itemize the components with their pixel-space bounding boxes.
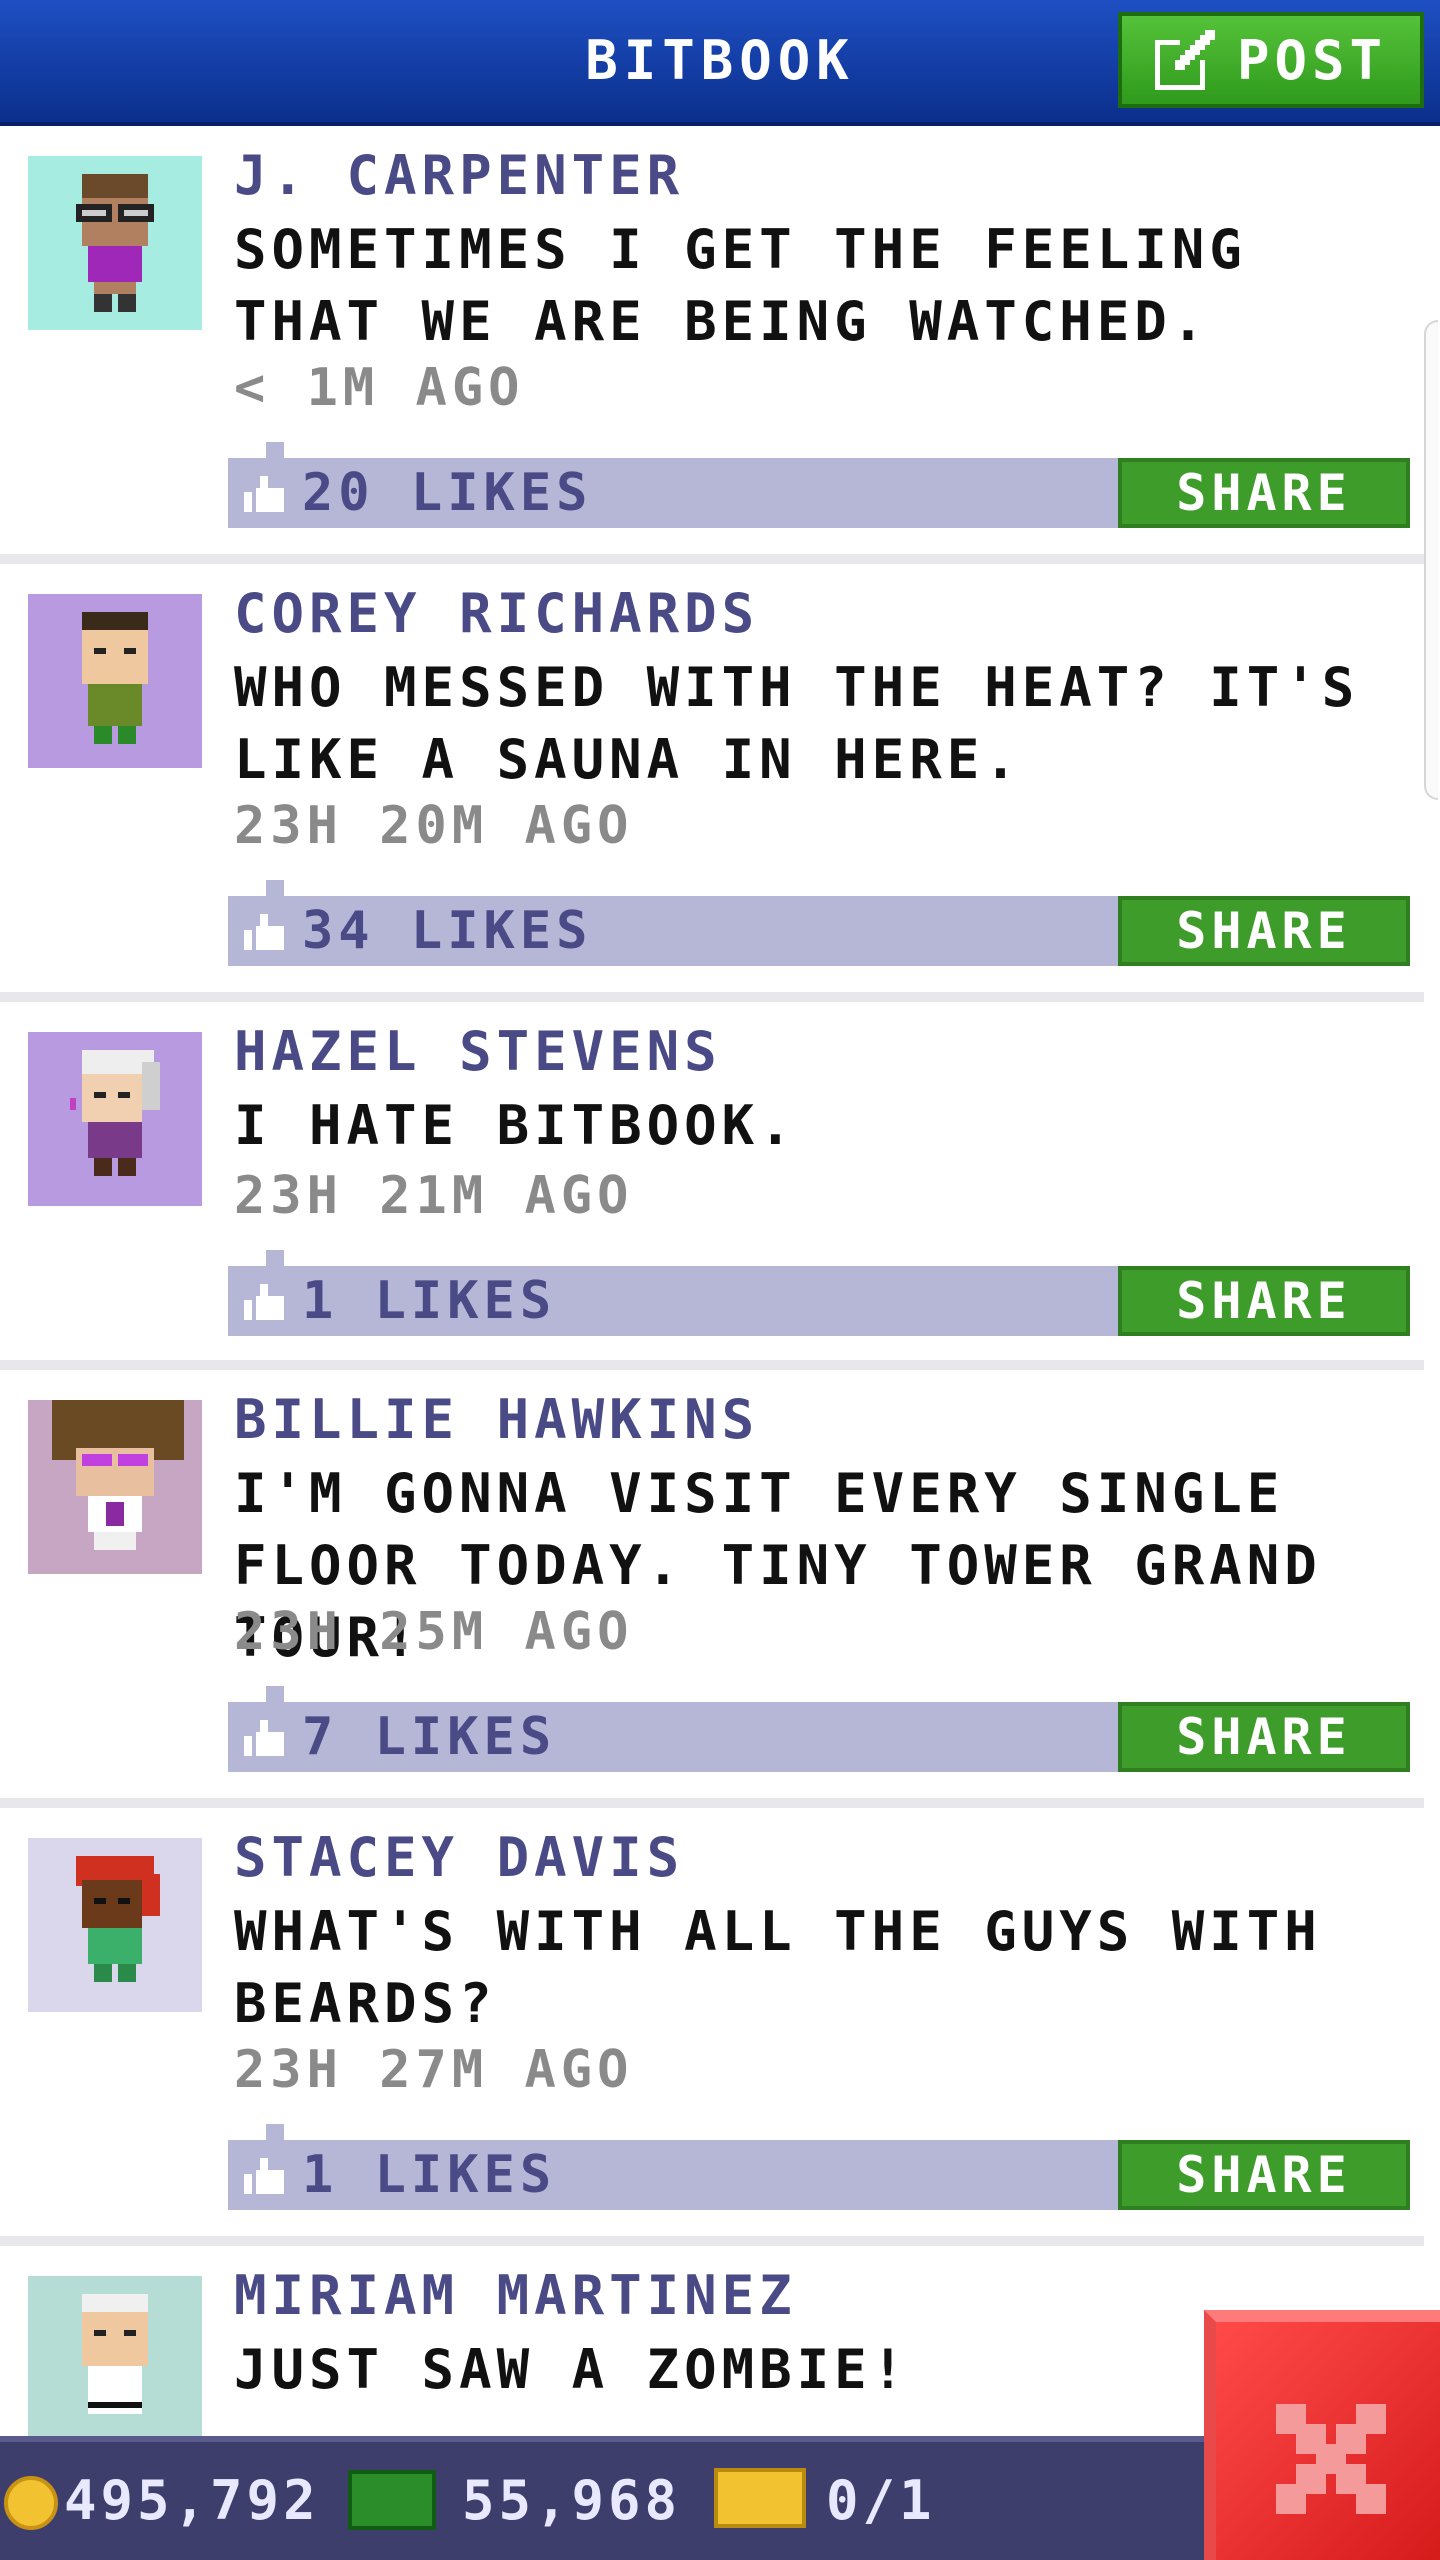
post-timestamp: 23H 25M AGO xyxy=(234,1602,634,1662)
close-button[interactable] xyxy=(1204,2310,1440,2560)
close-icon xyxy=(1276,2404,1386,2514)
likes-count: 20 LIKES xyxy=(302,463,593,523)
thumbs-up-icon[interactable] xyxy=(244,476,284,512)
avatar-image xyxy=(76,174,154,312)
likes-count: 7 LIKES xyxy=(302,1707,557,1767)
likes-bar: 20 LIKES SHARE xyxy=(228,442,1410,528)
post-author: J. CARPENTER xyxy=(234,144,685,207)
avatar[interactable] xyxy=(28,2276,202,2450)
likes-count: 1 LIKES xyxy=(302,2145,557,2205)
post-button[interactable]: POST xyxy=(1118,12,1424,108)
avatar[interactable] xyxy=(28,1400,202,1574)
post-author: BILLIE HAWKINS xyxy=(234,1388,760,1451)
feed-post: COREY RICHARDS WHO MESSED WITH THE HEAT?… xyxy=(0,564,1424,1002)
post-message: SOMETIMES I GET THE FEELING THAT WE ARE … xyxy=(234,218,1247,353)
share-button[interactable]: SHARE xyxy=(1118,2140,1410,2210)
likes-count: 1 LIKES xyxy=(302,1271,557,1331)
post-button-label: POST xyxy=(1236,28,1388,92)
top-bar: BITBOOK POST xyxy=(0,0,1440,126)
post-author: HAZEL STEVENS xyxy=(234,1020,722,1083)
bux-count: 55,968 xyxy=(462,2469,682,2532)
avatar[interactable] xyxy=(28,156,202,330)
avatar-image xyxy=(82,2294,148,2414)
scrollbar[interactable] xyxy=(1424,320,1438,800)
avatar[interactable] xyxy=(28,1838,202,2012)
avatar-image xyxy=(76,1856,160,1982)
avatar[interactable] xyxy=(28,1032,202,1206)
feed-post: BILLIE HAWKINS I'M GONNA VISIT EVERY SIN… xyxy=(0,1370,1424,1808)
feed-post: J. CARPENTER SOMETIMES I GET THE FEELING… xyxy=(0,126,1424,564)
vip-count: 0/1 xyxy=(826,2469,936,2532)
feed: J. CARPENTER SOMETIMES I GET THE FEELING… xyxy=(0,126,1424,2546)
share-button[interactable]: SHARE xyxy=(1118,1266,1410,1336)
vip-ticket-icon xyxy=(714,2468,806,2528)
avatar-image xyxy=(52,1400,184,1550)
post-author: COREY RICHARDS xyxy=(234,582,760,645)
thumbs-up-icon[interactable] xyxy=(244,1720,284,1756)
likes-bar: 7 LIKES SHARE xyxy=(228,1686,1410,1772)
feed-post: HAZEL STEVENS I HATE BITBOOK. 23H 21M AG… xyxy=(0,1002,1424,1370)
likes-bar: 34 LIKES SHARE xyxy=(228,880,1410,966)
avatar[interactable] xyxy=(28,594,202,768)
thumbs-up-icon[interactable] xyxy=(244,914,284,950)
feed-post: STACEY DAVIS WHAT'S WITH ALL THE GUYS WI… xyxy=(0,1808,1424,2246)
likes-bar: 1 LIKES SHARE xyxy=(228,1250,1410,1336)
post-timestamp: 23H 27M AGO xyxy=(234,2040,634,2100)
avatar-image xyxy=(82,612,148,744)
post-timestamp: 23H 20M AGO xyxy=(234,796,634,856)
post-message: WHAT'S WITH ALL THE GUYS WITH BEARDS? xyxy=(234,1900,1322,2035)
post-message: I HATE BITBOOK. xyxy=(234,1094,797,1157)
post-message: WHO MESSED WITH THE HEAT? IT'S LIKE A SA… xyxy=(234,656,1360,791)
post-author: STACEY DAVIS xyxy=(234,1826,685,1889)
likes-count: 34 LIKES xyxy=(302,901,593,961)
coins-count: 495,792 xyxy=(64,2469,320,2532)
bux-icon xyxy=(348,2470,436,2530)
share-button[interactable]: SHARE xyxy=(1118,458,1410,528)
thumbs-up-icon[interactable] xyxy=(244,1284,284,1320)
likes-bar: 1 LIKES SHARE xyxy=(228,2124,1410,2210)
post-author: MIRIAM MARTINEZ xyxy=(234,2264,797,2327)
post-timestamp: < 1M AGO xyxy=(234,358,525,418)
avatar-image xyxy=(70,1050,160,1176)
thumbs-up-icon[interactable] xyxy=(244,2158,284,2194)
share-button[interactable]: SHARE xyxy=(1118,1702,1410,1772)
coin-icon xyxy=(4,2476,58,2530)
post-timestamp: 23H 21M AGO xyxy=(234,1166,634,1226)
edit-icon xyxy=(1154,30,1215,90)
share-button[interactable]: SHARE xyxy=(1118,896,1410,966)
